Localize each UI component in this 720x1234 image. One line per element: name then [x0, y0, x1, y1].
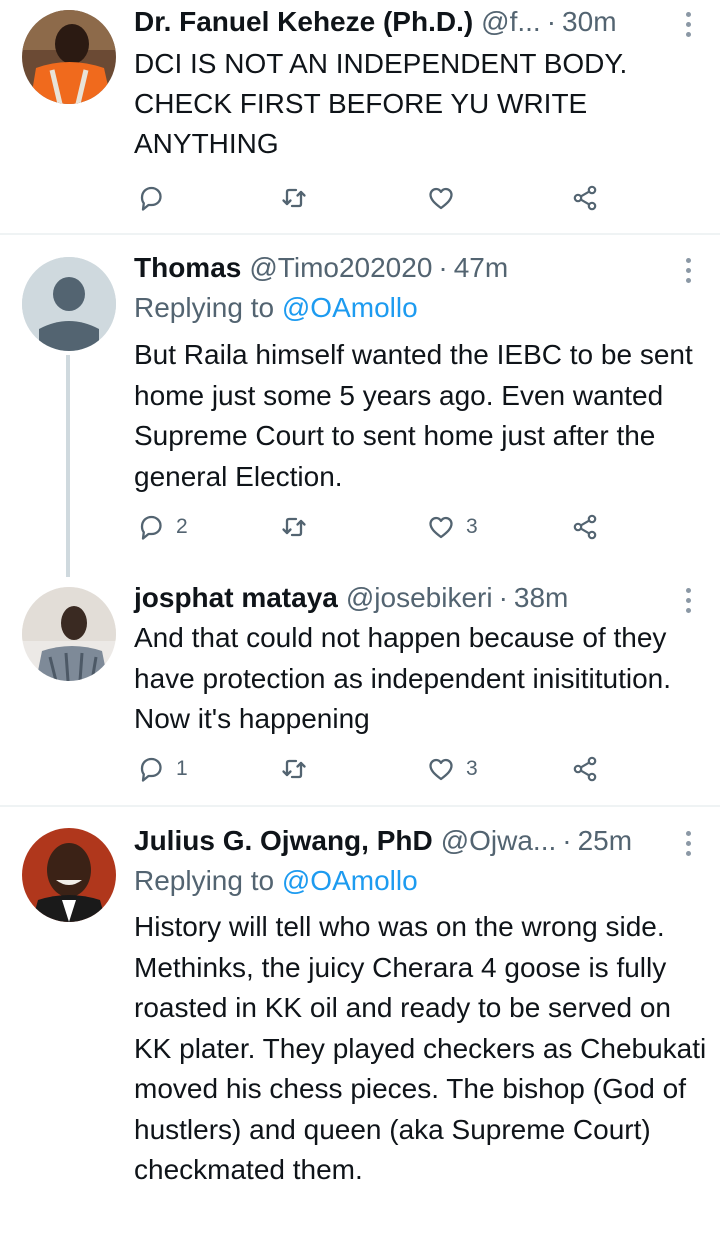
- reply-icon: [140, 757, 162, 782]
- display-name[interactable]: Thomas: [134, 252, 241, 284]
- heart-icon: [429, 516, 453, 539]
- like-count: 3: [466, 757, 478, 780]
- avatar[interactable]: [22, 587, 116, 681]
- user-handle[interactable]: @f...: [481, 6, 541, 38]
- share-button[interactable]: [570, 183, 600, 213]
- avatar[interactable]: [22, 10, 116, 104]
- share-button[interactable]: [570, 512, 600, 542]
- reply-count: 2: [176, 515, 188, 538]
- like-button[interactable]: 3: [426, 754, 478, 784]
- reply-button[interactable]: [136, 183, 176, 213]
- heart-icon: [429, 187, 453, 210]
- thread-line: [66, 355, 70, 577]
- more-options-icon[interactable]: [684, 258, 692, 288]
- tweet-actions: [134, 183, 614, 223]
- mention-link[interactable]: @OAmollo: [282, 865, 418, 896]
- reply-icon: [140, 186, 162, 211]
- more-options-icon[interactable]: [684, 12, 692, 42]
- replying-to-label: Replying to: [134, 292, 275, 323]
- reply-button[interactable]: 1: [136, 754, 188, 784]
- share-icon: [573, 756, 597, 782]
- reply-count: 1: [176, 757, 188, 780]
- retweet-icon: [282, 759, 306, 779]
- timestamp[interactable]: 25m: [578, 825, 632, 857]
- more-options-icon[interactable]: [684, 831, 692, 861]
- like-button[interactable]: [426, 183, 466, 213]
- tweet-text: History will tell who was on the wrong s…: [134, 911, 707, 1185]
- tweet-header: Julius G. Ojwang, PhD @Ojwa... · 25m: [134, 821, 670, 861]
- display-name[interactable]: Julius G. Ojwang, PhD: [134, 825, 433, 857]
- replying-to: Replying to @OAmollo: [134, 865, 418, 897]
- retweet-icon: [282, 188, 306, 208]
- reply-button[interactable]: 2: [136, 512, 188, 542]
- share-button[interactable]: [570, 754, 600, 784]
- tweet-text: But Raila himself wanted the IEBC to be …: [134, 339, 693, 492]
- user-handle[interactable]: @Ojwa...: [441, 825, 557, 857]
- tweet-header: josphat mataya @josebikeri · 38m: [134, 578, 670, 618]
- retweet-icon: [282, 517, 306, 537]
- more-options-icon[interactable]: [684, 588, 692, 618]
- separator-dot: ·: [546, 6, 557, 37]
- timestamp[interactable]: 38m: [514, 582, 568, 614]
- heart-icon: [429, 758, 453, 781]
- share-icon: [573, 514, 597, 540]
- tweet-text: And that could not happen because of the…: [134, 622, 672, 734]
- separator-dot: ·: [562, 825, 572, 856]
- separator-dot: ·: [498, 582, 508, 613]
- tweet-text: DCI IS NOT AN INDEPENDENT BODY. CHECK FI…: [134, 48, 628, 159]
- tweet-header: Dr. Fanuel Keheze (Ph.D.) @f... · 30m: [134, 2, 670, 42]
- tweet-actions: 1 3: [134, 754, 614, 794]
- divider: [0, 233, 720, 235]
- timestamp[interactable]: 47m: [454, 252, 508, 284]
- replying-to: Replying to @OAmollo: [134, 292, 418, 324]
- display-name[interactable]: Dr. Fanuel Keheze (Ph.D.): [134, 6, 473, 38]
- avatar[interactable]: [22, 257, 116, 351]
- avatar[interactable]: [22, 828, 116, 922]
- display-name[interactable]: josphat mataya: [134, 582, 338, 614]
- reply-icon: [140, 515, 162, 540]
- timestamp[interactable]: 30m: [562, 6, 616, 38]
- like-count: 3: [466, 515, 478, 538]
- user-handle[interactable]: @josebikeri: [346, 582, 493, 614]
- like-button[interactable]: 3: [426, 512, 478, 542]
- retweet-button[interactable]: [279, 754, 309, 784]
- mention-link[interactable]: @OAmollo: [282, 292, 418, 323]
- divider: [0, 805, 720, 807]
- retweet-button[interactable]: [279, 183, 309, 213]
- user-handle[interactable]: @Timo202020: [249, 252, 432, 284]
- separator-dot: ·: [438, 252, 448, 283]
- replying-to-label: Replying to: [134, 865, 275, 896]
- tweet-header: Thomas @Timo202020 · 47m: [134, 248, 670, 288]
- retweet-button[interactable]: [279, 512, 309, 542]
- share-icon: [573, 185, 597, 211]
- tweet-actions: 2 3: [134, 512, 614, 552]
